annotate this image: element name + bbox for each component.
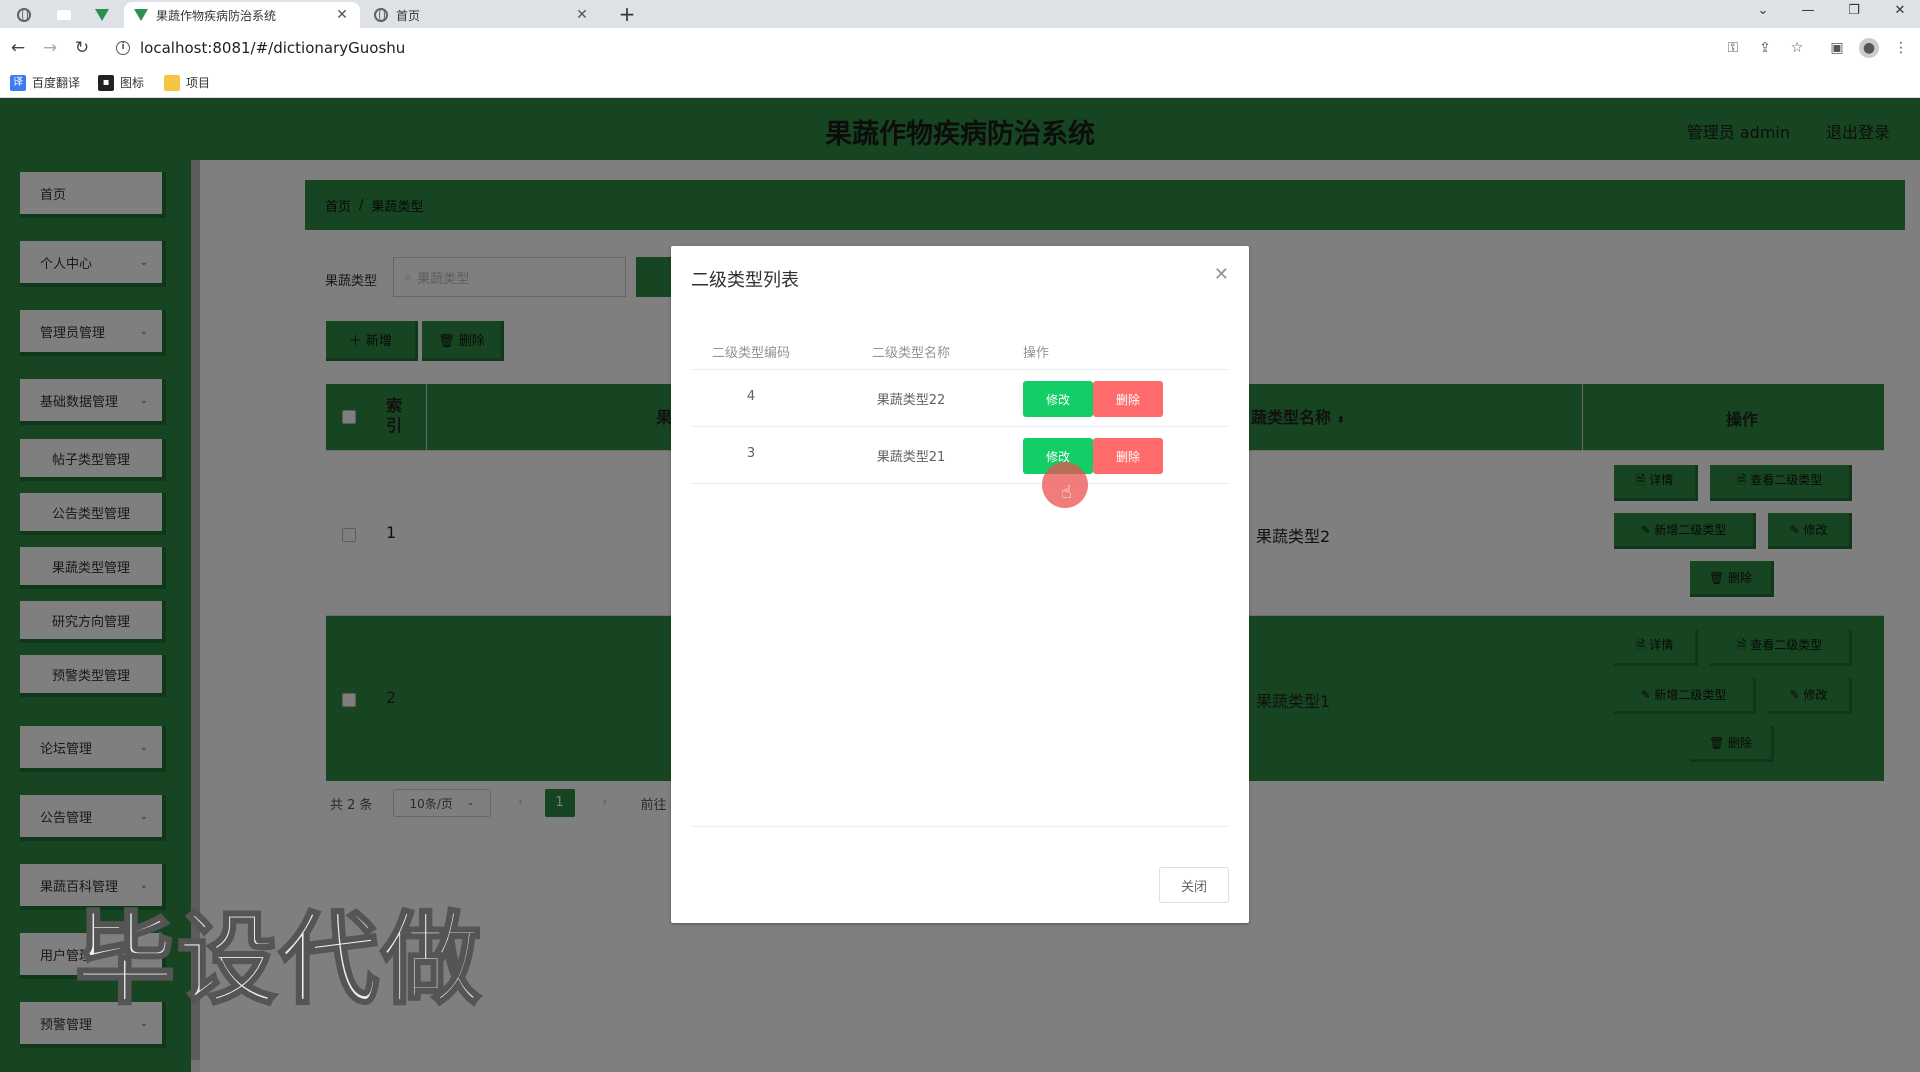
tab-close-icon[interactable]: ✕	[574, 7, 590, 23]
restore-button[interactable]: ❐	[1831, 0, 1877, 24]
dialog-title: 二级类型列表	[691, 270, 799, 291]
page: 果蔬作物疾病防治系统 管理员 admin 退出登录 首页个人中心⌄管理员管理⌄基…	[0, 98, 1920, 1072]
share-icon[interactable]: ⇪	[1755, 38, 1775, 58]
close-icon[interactable]: ✕	[1214, 264, 1229, 285]
key-icon[interactable]: ⚿	[1723, 38, 1743, 58]
forward-icon[interactable]: →	[38, 36, 62, 60]
delete-button[interactable]: 删除	[1093, 381, 1163, 417]
new-tab-button[interactable]: +	[614, 2, 640, 26]
watermark: 毕设代做	[74, 900, 483, 1020]
table-row: 3 果蔬类型21 修改 删除	[691, 427, 1229, 484]
edit-button[interactable]: 修改	[1023, 381, 1093, 417]
column-code: 二级类型编码	[711, 346, 790, 361]
sidepanel-icon[interactable]: ▣	[1827, 38, 1847, 58]
bookmark-project-folder[interactable]: 项目	[164, 74, 210, 91]
sub-type-code: 3	[746, 446, 756, 461]
menu-icon[interactable]: ⋮	[1891, 38, 1911, 58]
browser-tab[interactable]: 首页 ✕	[364, 2, 600, 28]
browser-tab-bar: 果蔬作物疾病防治系统 ✕ 首页 ✕ + ⌄ — ❐ ✕	[0, 0, 1920, 28]
globe-icon	[374, 8, 388, 22]
minimize-button[interactable]: —	[1785, 0, 1831, 24]
sub-type-table: 二级类型编码 二级类型名称 操作 4 果蔬类型22 修改 删除 3 果蔬类型21…	[691, 330, 1229, 484]
column-ops: 操作	[1023, 346, 1050, 361]
bookmark-icons[interactable]: ▪ 图标	[98, 74, 144, 91]
vue-tab-icon[interactable]	[88, 4, 116, 26]
close-window-button[interactable]: ✕	[1877, 0, 1920, 24]
address-bar: ← → ↻ i localhost:8081/#/dictionaryGuosh…	[0, 28, 1920, 68]
info-icon[interactable]: i	[116, 41, 130, 55]
globe-icon[interactable]	[10, 4, 38, 26]
column-name: 二级类型名称	[871, 346, 950, 361]
bookmark-baidu-translate[interactable]: 译 百度翻译	[10, 74, 80, 91]
tab-close-icon[interactable]: ✕	[334, 7, 350, 23]
vue-logo-icon	[134, 9, 148, 21]
back-icon[interactable]: ←	[6, 36, 30, 60]
sub-type-code: 4	[746, 389, 756, 404]
blank-tab-icon[interactable]	[50, 4, 78, 26]
tab-title: 果蔬作物疾病防治系统	[156, 8, 277, 23]
sub-type-name: 果蔬类型22	[876, 393, 946, 408]
translate-icon: 译	[10, 74, 26, 91]
browser-tab-active[interactable]: 果蔬作物疾病防治系统 ✕	[124, 2, 360, 28]
divider	[691, 826, 1229, 827]
table-header: 二级类型编码 二级类型名称 操作	[691, 330, 1229, 370]
bookmarks-bar: 译 百度翻译 ▪ 图标 项目	[0, 68, 1920, 98]
tab-title: 首页	[396, 8, 421, 23]
sub-type-name: 果蔬类型21	[876, 450, 946, 465]
sub-type-dialog: 二级类型列表 ✕ 二级类型编码 二级类型名称 操作 4 果蔬类型22 修改 删除…	[671, 246, 1249, 923]
reload-icon[interactable]: ↻	[70, 36, 94, 60]
folder-icon	[164, 74, 180, 91]
url-text[interactable]: localhost:8081/#/dictionaryGuoshu	[140, 39, 405, 57]
omnibox[interactable]: i localhost:8081/#/dictionaryGuoshu	[108, 34, 1798, 62]
close-button[interactable]: 关闭	[1159, 867, 1229, 903]
image-icon: ▪	[98, 74, 114, 91]
delete-button[interactable]: 删除	[1093, 438, 1163, 474]
hand-cursor-icon: ☝	[1061, 482, 1072, 503]
profile-icon[interactable]: ●	[1859, 38, 1879, 58]
tab-search-icon[interactable]: ⌄	[1740, 0, 1786, 24]
star-icon[interactable]: ☆	[1787, 38, 1807, 58]
table-row: 4 果蔬类型22 修改 删除	[691, 370, 1229, 427]
